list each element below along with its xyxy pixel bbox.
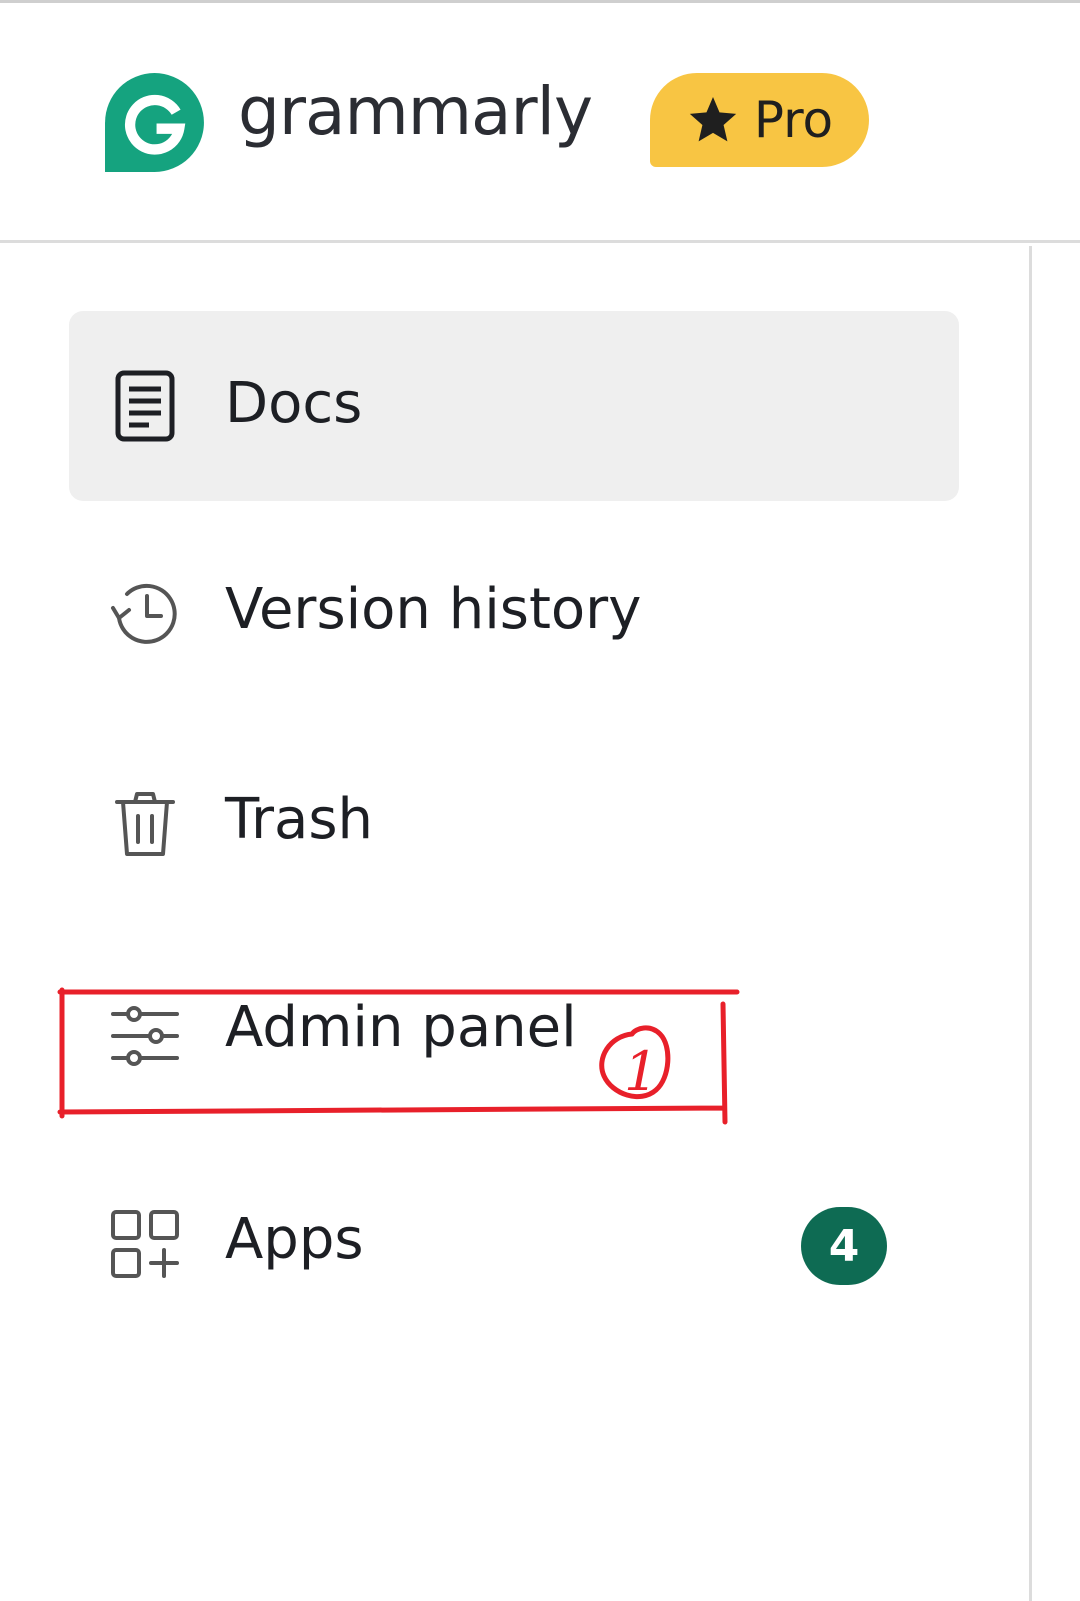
brand-wordmark[interactable]: grammarly <box>238 79 593 145</box>
grammarly-logo-icon[interactable] <box>103 71 206 174</box>
pro-badge[interactable]: Pro <box>650 73 869 167</box>
sidebar-item-trash[interactable]: Trash <box>69 732 959 922</box>
apps-add-icon <box>111 1210 179 1278</box>
app-header: grammarly Pro <box>0 3 1080 243</box>
sidebar-item-version-history[interactable]: Version history <box>69 522 959 712</box>
sliders-icon <box>111 1006 179 1066</box>
sidebar-item-label: Trash <box>225 787 373 852</box>
document-icon <box>115 370 175 442</box>
sidebar-item-label: Admin panel <box>225 995 577 1060</box>
sidebar-item-apps[interactable]: Apps 4 <box>69 1152 959 1342</box>
apps-count-badge: 4 <box>801 1207 887 1285</box>
sidebar-item-admin-panel[interactable]: Admin panel <box>69 944 959 1134</box>
history-icon <box>111 583 177 644</box>
grammarly-sidebar-page: grammarly Pro Docs Version history Trash… <box>0 0 1080 1601</box>
pro-label: Pro <box>753 91 834 149</box>
sidebar-divider <box>1029 246 1032 1601</box>
sidebar-item-docs[interactable]: Docs <box>69 311 959 501</box>
sidebar-item-label: Apps <box>225 1207 364 1272</box>
sidebar-item-label: Version history <box>225 577 642 642</box>
sidebar-item-label: Docs <box>225 371 363 436</box>
trash-icon <box>115 792 175 856</box>
star-icon <box>689 97 737 142</box>
